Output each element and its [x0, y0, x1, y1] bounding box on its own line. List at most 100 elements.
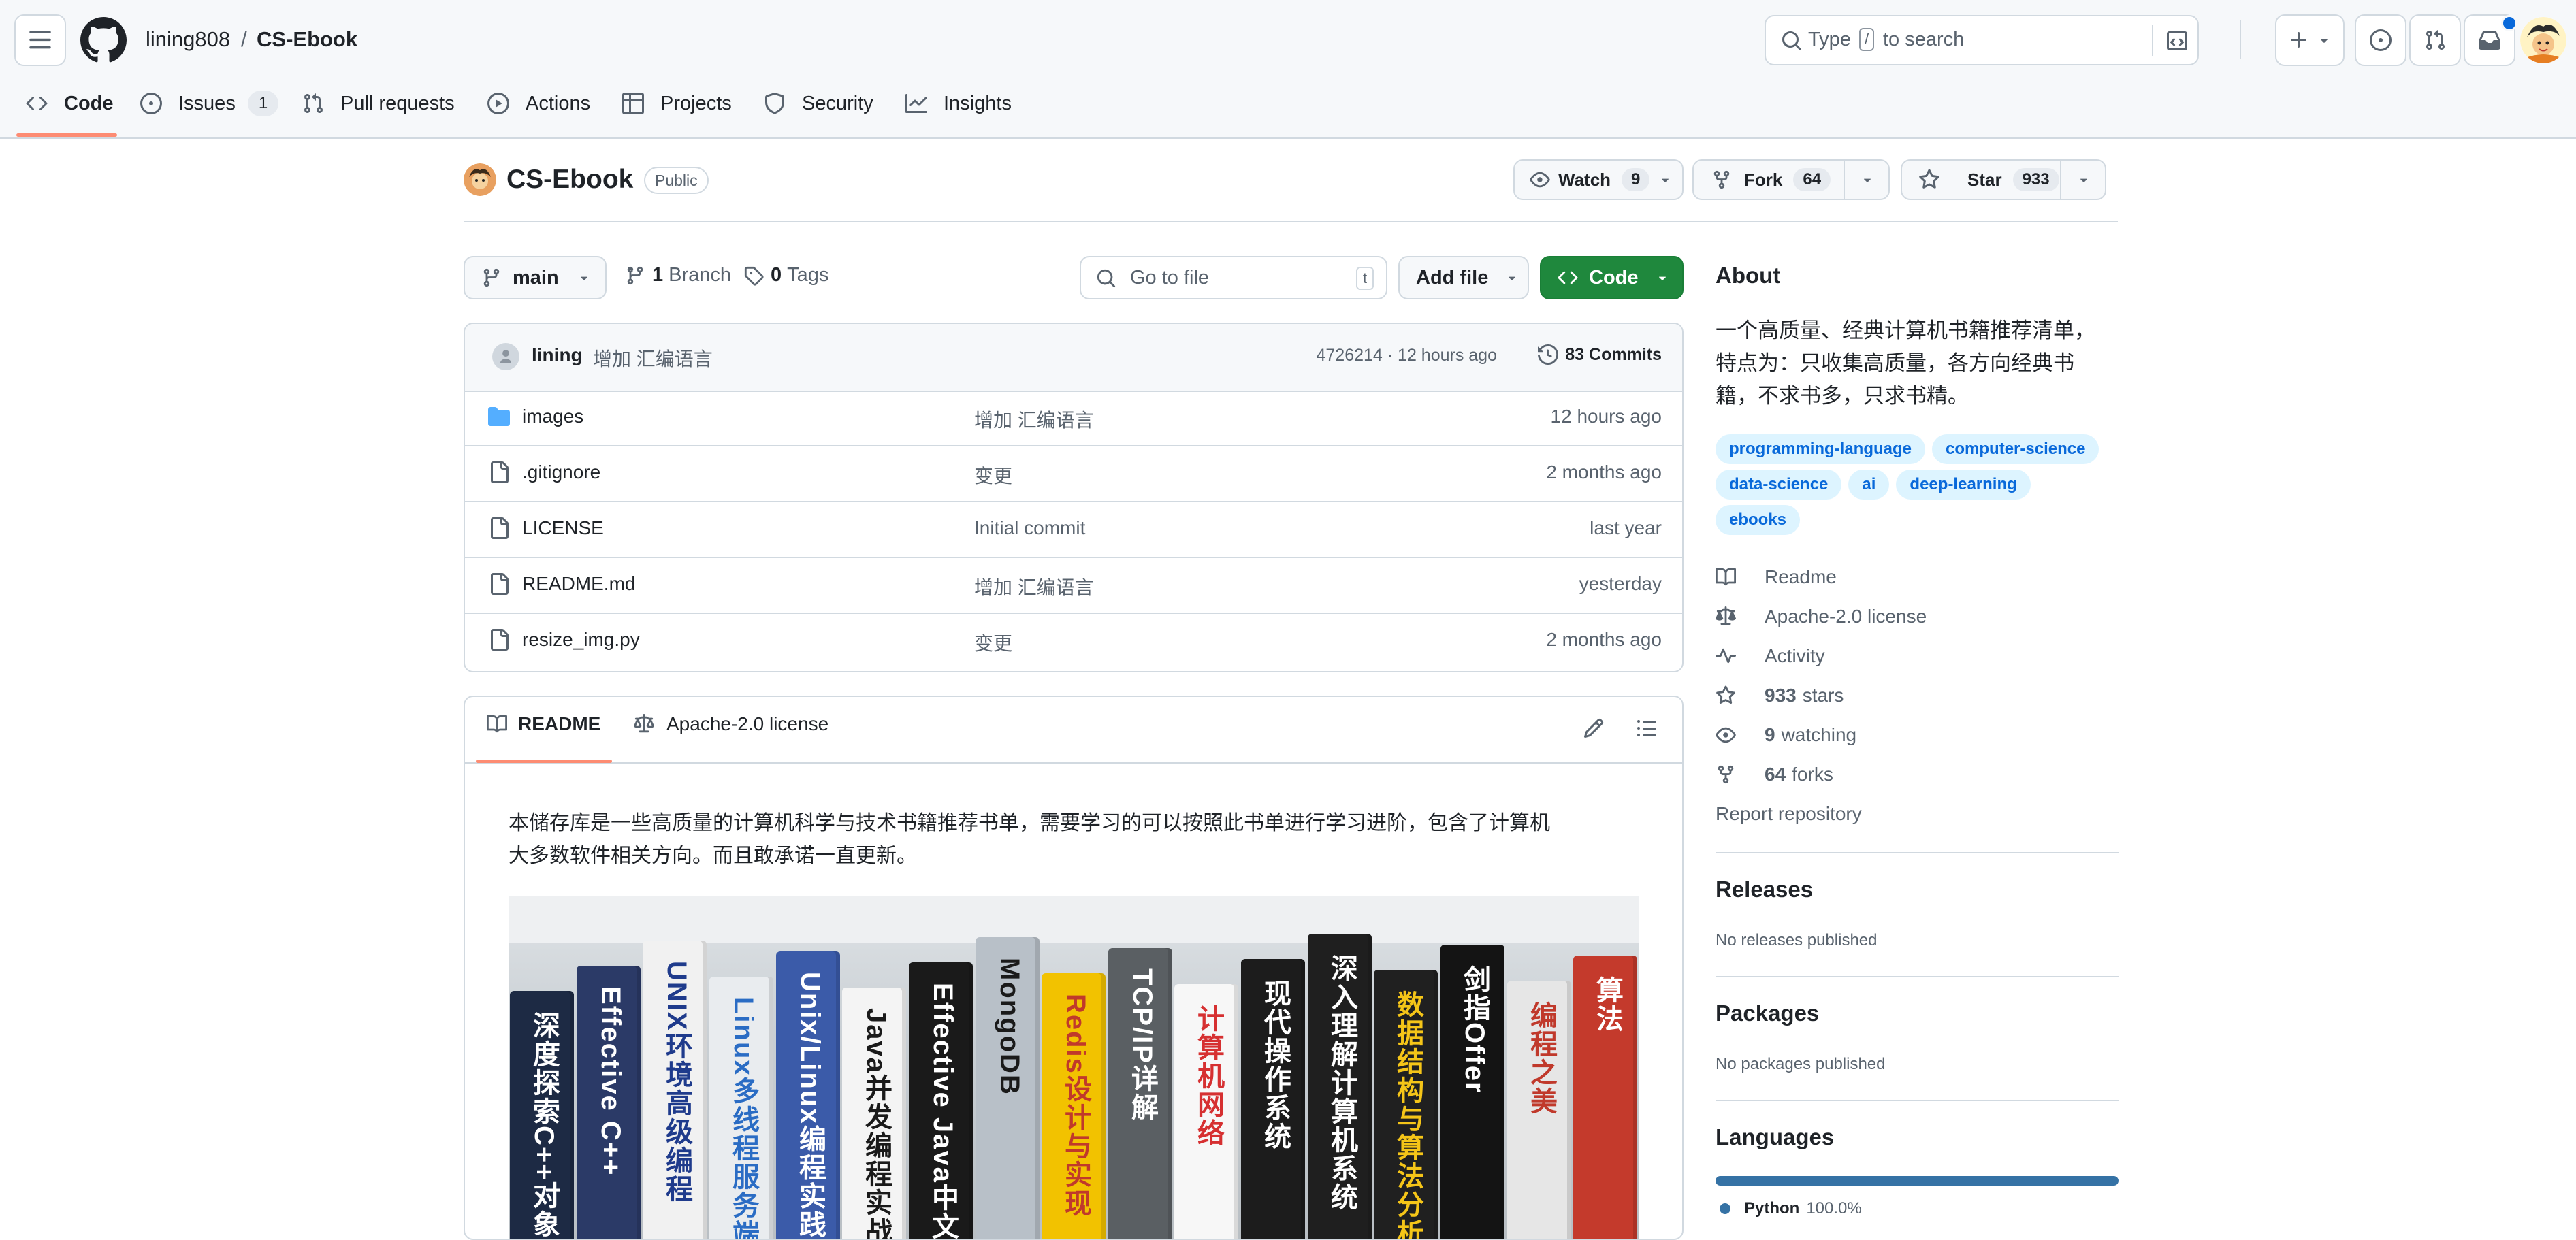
repo-title[interactable]: CS-Ebook [506, 163, 633, 196]
license-link[interactable]: Apache-2.0 license [1716, 603, 1927, 630]
file-commit-message[interactable]: 增加 汇编语言 [974, 406, 1094, 433]
book-icon [487, 715, 507, 733]
topic-tag[interactable]: data-science [1716, 470, 1842, 500]
branch-select-button[interactable]: main [464, 256, 607, 299]
watchers-link[interactable]: 9 watching [1716, 721, 1856, 749]
fork-count: 64 [1793, 168, 1831, 191]
avatar[interactable] [2520, 17, 2566, 63]
commit-message[interactable]: 增加 汇编语言 [593, 344, 713, 372]
topic-tag[interactable]: programming-language [1716, 434, 1926, 464]
file-name[interactable]: LICENSE [522, 517, 604, 539]
pull-requests-button[interactable] [2409, 14, 2461, 66]
search-input[interactable]: Type / to search [1765, 15, 2199, 65]
code-button[interactable]: Code [1540, 256, 1684, 299]
book-spine: Linux多线程服务端编程 [709, 977, 773, 1239]
create-new-button[interactable] [2275, 14, 2345, 66]
tags-link[interactable]: 0 Tags [743, 264, 828, 287]
book-spine-title: 现代操作系统 [1260, 979, 1290, 1151]
topic-tag[interactable]: ai [1848, 470, 1890, 500]
tab-actions-label: Actions [526, 92, 591, 114]
commit-hash-time[interactable]: 4726214 · 12 hours ago [1317, 346, 1498, 365]
file-commit-message[interactable]: 变更 [974, 629, 1012, 656]
tab-security[interactable]: Security [764, 87, 873, 120]
latest-commit-bar: lining 增加 汇编语言 4726214 · 12 hours ago 83… [465, 324, 1682, 392]
breadcrumb-repo[interactable]: CS-Ebook [257, 23, 357, 56]
file-commit-message[interactable]: 增加 汇编语言 [974, 573, 1094, 600]
packages-heading[interactable]: Packages [1716, 1000, 1819, 1026]
tab-code[interactable]: Code [26, 87, 114, 120]
command-palette-icon[interactable] [2166, 30, 2188, 52]
commits-history-link[interactable]: 83 Commits [1538, 344, 1662, 365]
search-shortcut-key: / [1859, 28, 1875, 51]
readme-link[interactable]: Readme [1716, 564, 1837, 591]
readme-panel: README Apache-2.0 license 本储存库是一些高质量的计算机… [464, 696, 1684, 1240]
inbox-icon [2479, 31, 2500, 50]
commit-author[interactable]: lining [532, 344, 583, 366]
tab-license[interactable]: Apache-2.0 license [634, 713, 828, 735]
chevron-down-icon[interactable] [1860, 172, 1875, 187]
book-spine-title: Unix/Linux编程实践 [795, 972, 825, 1239]
tab-projects[interactable]: Projects [622, 87, 732, 120]
tab-pull-requests[interactable]: Pull requests [302, 87, 455, 120]
file-time: 12 hours ago [1550, 406, 1662, 427]
activity-link[interactable]: Activity [1716, 642, 1825, 670]
report-repository-link[interactable]: Report repository [1716, 800, 1862, 828]
file-name[interactable]: README.md [522, 573, 635, 595]
table-row[interactable]: images 增加 汇编语言 12 hours ago [465, 391, 1682, 446]
list-unordered-icon[interactable] [1636, 717, 1658, 739]
topic-tag[interactable]: ebooks [1716, 505, 1801, 535]
book-spine-title: 算法 [1592, 976, 1622, 1033]
tab-insights[interactable]: Insights [905, 87, 1012, 120]
git-branch-icon [627, 266, 643, 284]
topic-tag[interactable]: deep-learning [1896, 470, 2031, 500]
issues-button[interactable] [2355, 14, 2406, 66]
commit-author-avatar[interactable] [492, 343, 519, 370]
pencil-icon[interactable] [1583, 717, 1605, 739]
table-row[interactable]: README.md 增加 汇编语言 yesterday [465, 558, 1682, 614]
book-spine-title: Effective C++ [596, 986, 626, 1177]
tab-actions[interactable]: Actions [487, 87, 590, 120]
stars-link[interactable]: 933 stars [1716, 682, 1844, 709]
book-spine: 深入理解计算机系统 [1308, 934, 1372, 1239]
about-heading: About [1716, 263, 1781, 288]
readme-tabs: README Apache-2.0 license [465, 697, 1682, 764]
star-button[interactable]: Star 933 [1901, 159, 2106, 200]
packages-empty: No packages published [1716, 1055, 1886, 1073]
topic-tag[interactable]: computer-science [1932, 434, 2099, 464]
branches-link[interactable]: 1 Branch [625, 264, 731, 287]
watch-button[interactable]: Watch 9 [1513, 159, 1684, 200]
pulse-icon [1716, 648, 1736, 664]
tab-readme[interactable]: README [487, 713, 600, 735]
add-file-button[interactable]: Add file [1398, 256, 1529, 299]
breadcrumb-owner[interactable]: lining808 [146, 23, 230, 56]
book-spine: TCP/IP详解 [1108, 948, 1172, 1239]
tab-issues[interactable]: Issues 1 [140, 87, 279, 120]
table-row[interactable]: .gitignore 变更 2 months ago [465, 446, 1682, 502]
file-name[interactable]: .gitignore [522, 461, 600, 483]
book-spine: 算法 [1573, 956, 1637, 1239]
file-name[interactable]: resize_img.py [522, 629, 640, 651]
about-description: 一个高质量、经典计算机书籍推荐清单， 特点为：只收集高质量，各方向经典书 籍，不… [1716, 314, 2119, 412]
file-commit-message[interactable]: Initial commit [974, 517, 1085, 539]
file-browser: lining 增加 汇编语言 4726214 · 12 hours ago 83… [464, 323, 1684, 672]
file-commit-message[interactable]: 变更 [974, 461, 1012, 489]
chevron-down-icon [1662, 178, 1669, 182]
forks-link[interactable]: 64 forks [1716, 761, 1833, 788]
table-row[interactable]: LICENSE Initial commit last year [465, 502, 1682, 558]
file-name[interactable]: images [522, 406, 583, 427]
go-to-file-input[interactable]: Go to file t [1080, 256, 1387, 299]
book-spine-title: Linux多线程服务端编程 [728, 997, 758, 1239]
file-time: 2 months ago [1546, 629, 1662, 650]
menu-button[interactable] [14, 14, 66, 66]
github-logo-icon[interactable] [80, 17, 127, 63]
language-item[interactable]: Python 100.0% [1720, 1199, 1862, 1218]
stars-count: 933 [1765, 685, 1797, 706]
book-spine: Redis设计与实现 [1042, 973, 1106, 1239]
chevron-down-icon[interactable] [2076, 172, 2091, 187]
fork-button[interactable]: Fork 64 [1692, 159, 1890, 200]
releases-heading[interactable]: Releases [1716, 877, 1813, 902]
table-row[interactable]: resize_img.py 变更 2 months ago [465, 614, 1682, 670]
book-spine-title: TCP/IP详解 [1127, 968, 1157, 1122]
readme-intro: 本储存库是一些高质量的计算机科学与技术书籍推荐书单，需要学习的可以按照此书单进行… [509, 807, 1666, 872]
readme-link-label: Readme [1765, 566, 1837, 587]
